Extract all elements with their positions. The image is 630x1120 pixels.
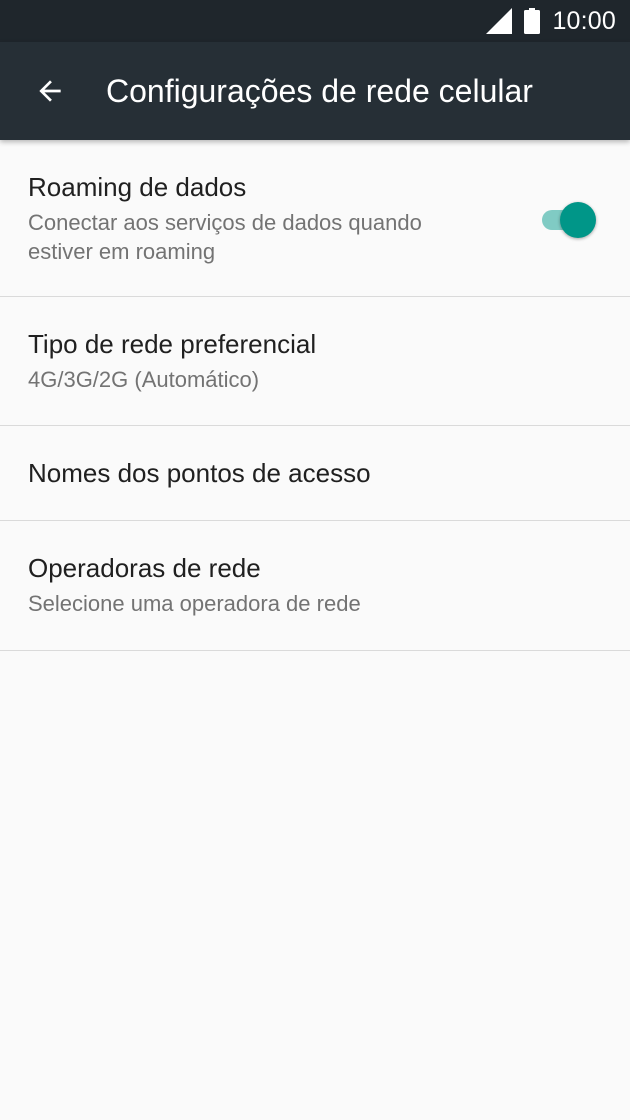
settings-list: Roaming de dados Conectar aos serviços d… <box>0 140 630 651</box>
data-roaming-toggle[interactable] <box>540 202 596 238</box>
setting-summary: 4G/3G/2G (Automático) <box>28 367 260 392</box>
setting-summary: Selecione uma operadora de rede <box>28 591 361 616</box>
status-icons: 10:00 <box>486 0 616 42</box>
signal-icon <box>486 8 513 34</box>
setting-preferred-network-type[interactable]: Tipo de rede preferencial 4G/3G/2G (Auto… <box>0 297 630 426</box>
setting-summary: Conectar aos serviços de dados quando es… <box>28 210 422 264</box>
status-bar: 10:00 <box>0 0 630 42</box>
page-title: Configurações de rede celular <box>106 73 533 109</box>
setting-title: Tipo de rede preferencial <box>28 329 317 359</box>
arrow-back-icon <box>39 80 61 102</box>
setting-data-roaming[interactable]: Roaming de dados Conectar aos serviços d… <box>0 140 630 297</box>
status-clock: 10:00 <box>552 6 616 35</box>
setting-access-point-names[interactable]: Nomes dos pontos de acesso <box>0 426 630 521</box>
setting-title: Nomes dos pontos de acesso <box>28 458 371 488</box>
setting-title: Roaming de dados <box>28 172 247 202</box>
setting-network-operators[interactable]: Operadoras de rede Selecione uma operado… <box>0 521 630 651</box>
setting-title: Operadoras de rede <box>28 553 261 583</box>
app-toolbar: Configurações de rede celular <box>0 42 630 140</box>
battery-icon <box>524 8 541 34</box>
back-button[interactable] <box>26 67 74 115</box>
toggle-thumb <box>560 202 596 238</box>
